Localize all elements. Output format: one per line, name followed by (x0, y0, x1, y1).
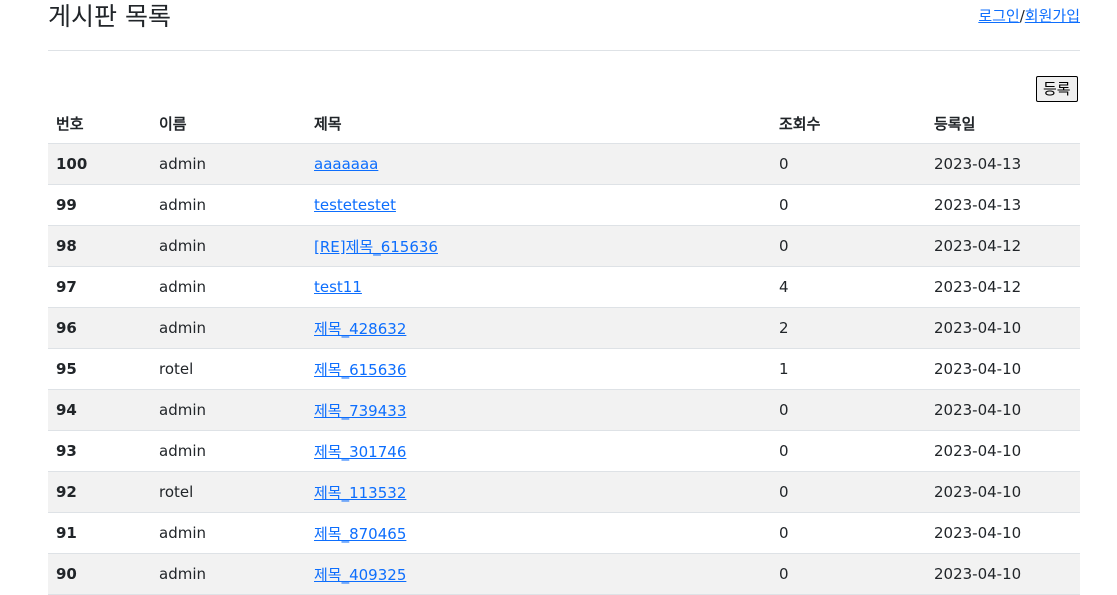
table-row: 96 admin 제목_428632 2 2023-04-10 (48, 307, 1080, 349)
post-title-link[interactable]: 제목_428632 (314, 320, 406, 338)
table-row: 100 admin aaaaaaa 0 2023-04-13 (48, 143, 1080, 185)
post-views: 0 (771, 389, 926, 431)
auth-links: 로그인/회원가입 (978, 6, 1080, 26)
post-date: 2023-04-10 (926, 348, 1080, 390)
post-title-link[interactable]: 제목_739433 (314, 402, 406, 420)
signup-link[interactable]: 회원가입 (1025, 7, 1080, 25)
table-row: 98 admin [RE]제목_615636 0 2023-04-12 (48, 225, 1080, 267)
post-title-cell: 제목_113532 (306, 471, 771, 513)
post-author: admin (151, 225, 306, 267)
post-author: rotel (151, 348, 306, 390)
post-date: 2023-04-10 (926, 430, 1080, 472)
post-views: 2 (771, 307, 926, 349)
post-author: admin (151, 553, 306, 595)
post-date: 2023-04-12 (926, 225, 1080, 267)
post-author: admin (151, 307, 306, 349)
post-title-link[interactable]: 제목_615636 (314, 361, 406, 379)
table-body: 100 admin aaaaaaa 0 2023-04-13 99 admin … (48, 143, 1080, 595)
post-title-cell: 제목_739433 (306, 389, 771, 431)
column-header-number: 번호 (48, 103, 151, 144)
post-title-cell: 제목_615636 (306, 348, 771, 390)
post-date: 2023-04-10 (926, 512, 1080, 554)
post-views: 0 (771, 471, 926, 513)
post-title-link[interactable]: 제목_301746 (314, 443, 406, 461)
post-number: 98 (48, 225, 151, 267)
post-author: admin (151, 266, 306, 308)
post-number: 90 (48, 553, 151, 595)
post-author: admin (151, 430, 306, 472)
table-row: 99 admin testetestet 0 2023-04-13 (48, 184, 1080, 226)
post-title-cell: aaaaaaa (306, 143, 771, 185)
table-row: 92 rotel 제목_113532 0 2023-04-10 (48, 471, 1080, 513)
post-number: 93 (48, 430, 151, 472)
post-number: 99 (48, 184, 151, 226)
post-number: 96 (48, 307, 151, 349)
post-title-cell: 제목_409325 (306, 553, 771, 595)
post-number: 91 (48, 512, 151, 554)
post-title-cell: 제목_870465 (306, 512, 771, 554)
post-date: 2023-04-10 (926, 471, 1080, 513)
table-row: 94 admin 제목_739433 0 2023-04-10 (48, 389, 1080, 431)
post-date: 2023-04-10 (926, 307, 1080, 349)
post-views: 0 (771, 512, 926, 554)
post-title-cell: 제목_428632 (306, 307, 771, 349)
post-date: 2023-04-13 (926, 143, 1080, 185)
register-button[interactable]: 등록 (1036, 76, 1078, 102)
table-row: 90 admin 제목_409325 0 2023-04-10 (48, 553, 1080, 595)
board-table: 번호 이름 제목 조회수 등록일 100 admin aaaaaaa 0 202… (48, 103, 1080, 595)
post-author: admin (151, 184, 306, 226)
post-title-cell: testetestet (306, 184, 771, 226)
page-header: 게시판 목록 로그인/회원가입 (48, 0, 1080, 51)
post-number: 94 (48, 389, 151, 431)
post-title-link[interactable]: aaaaaaa (314, 155, 378, 173)
login-link[interactable]: 로그인 (978, 7, 1019, 25)
post-date: 2023-04-12 (926, 266, 1080, 308)
post-views: 0 (771, 143, 926, 185)
post-date: 2023-04-10 (926, 389, 1080, 431)
post-title-link[interactable]: 제목_870465 (314, 525, 406, 543)
table-row: 93 admin 제목_301746 0 2023-04-10 (48, 430, 1080, 472)
post-author: admin (151, 143, 306, 185)
post-views: 0 (771, 553, 926, 595)
table-row: 95 rotel 제목_615636 1 2023-04-10 (48, 348, 1080, 390)
table-row: 97 admin test11 4 2023-04-12 (48, 266, 1080, 308)
post-views: 0 (771, 184, 926, 226)
post-title-cell: test11 (306, 266, 771, 308)
post-views: 0 (771, 225, 926, 267)
table-row: 91 admin 제목_870465 0 2023-04-10 (48, 512, 1080, 554)
post-title-cell: [RE]제목_615636 (306, 225, 771, 267)
column-header-title: 제목 (306, 103, 771, 144)
post-author: rotel (151, 471, 306, 513)
page-title: 게시판 목록 (48, 2, 171, 31)
post-author: admin (151, 512, 306, 554)
column-header-name: 이름 (151, 103, 306, 144)
post-title-link[interactable]: 제목_113532 (314, 484, 406, 502)
post-date: 2023-04-10 (926, 553, 1080, 595)
post-views: 1 (771, 348, 926, 390)
post-title-link[interactable]: [RE]제목_615636 (314, 238, 438, 256)
post-title-link[interactable]: 제목_409325 (314, 566, 406, 584)
post-number: 92 (48, 471, 151, 513)
post-views: 0 (771, 430, 926, 472)
post-title-link[interactable]: test11 (314, 278, 362, 296)
post-number: 95 (48, 348, 151, 390)
post-number: 100 (48, 143, 151, 185)
column-header-date: 등록일 (926, 103, 1080, 144)
post-title-cell: 제목_301746 (306, 430, 771, 472)
post-author: admin (151, 389, 306, 431)
table-header-row: 번호 이름 제목 조회수 등록일 (48, 103, 1080, 144)
post-title-link[interactable]: testetestet (314, 196, 396, 214)
post-date: 2023-04-13 (926, 184, 1080, 226)
post-number: 97 (48, 266, 151, 308)
column-header-views: 조회수 (771, 103, 926, 144)
post-views: 4 (771, 266, 926, 308)
